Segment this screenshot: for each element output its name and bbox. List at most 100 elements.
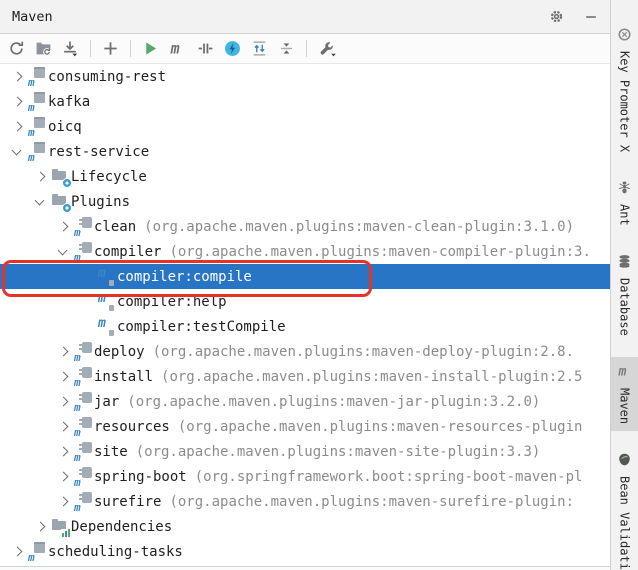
tree-item-detail: (org.apache.maven.plugins:maven-install-… (161, 368, 583, 385)
tree-item-detail: (org.springframework.boot:spring-boot-ma… (194, 468, 583, 485)
refresh-icon[interactable] (6, 38, 27, 59)
chevron-collapsed-icon[interactable] (54, 414, 74, 439)
lifecycle-folder-icon (51, 164, 71, 189)
gear-icon[interactable] (549, 9, 564, 24)
execute-goal-m-icon[interactable]: m (167, 38, 189, 59)
chevron-collapsed-icon[interactable] (31, 514, 51, 539)
maven-plugin-icon: m (74, 339, 94, 364)
tree-item-label: compiler:compile (117, 268, 252, 285)
chevron-collapsed-icon[interactable] (31, 164, 51, 189)
collapse-all-icon[interactable] (276, 38, 297, 59)
tree-row[interactable]: m install (org.apache.maven.plugins:maven-… (0, 364, 610, 389)
tool-tab-label: Database (617, 277, 632, 336)
tree-item-label: Lifecycle (71, 168, 147, 185)
maven-project-icon: m (28, 539, 48, 564)
tree-row[interactable]: m clean (org.apache.maven.plugins:maven-cl… (0, 214, 610, 239)
database-icon (617, 254, 632, 273)
chevron-collapsed-icon[interactable] (8, 89, 28, 114)
tree-item-label: consuming-rest (48, 68, 167, 85)
tree-row[interactable]: m scheduling-tasks (0, 539, 610, 564)
maven-tool-window: Maven m m consuming-rest m kafka m oicq m rest-… (0, 0, 638, 570)
chevron-collapsed-icon[interactable] (8, 114, 28, 139)
chevron-collapsed-icon[interactable] (54, 339, 74, 364)
maven-plugin-icon: m (74, 389, 94, 414)
chevron-expanded-icon[interactable] (31, 189, 51, 214)
tree-row[interactable]: m spring-boot (org.springframework.boot:sp… (0, 464, 610, 489)
tree-item-detail: (org.apache.maven.plugins:maven-site-plu… (135, 443, 541, 460)
tool-tab-bean-validation[interactable]: Bean Validation (611, 445, 638, 570)
tree-row[interactable]: m kafka (0, 89, 610, 114)
chevron-expanded-icon[interactable] (8, 139, 28, 164)
tool-tab-database[interactable]: Database (611, 247, 638, 343)
tree-row[interactable]: m compiler (org.apache.maven.plugins:maven… (0, 239, 610, 264)
tree-row[interactable]: m oicq (0, 114, 610, 139)
tree-row[interactable]: m compiler:help (0, 289, 610, 314)
tree-item-detail: (org.apache.maven.plugins:maven-surefire… (169, 493, 575, 510)
tree-item-label: Dependencies (71, 518, 173, 535)
tool-window-stripe: Key Promoter X Ant Database m Maven Bean Vali… (610, 0, 638, 570)
maven-plugin-icon: m (74, 439, 94, 464)
chevron-collapsed-icon[interactable] (54, 464, 74, 489)
tree-row[interactable]: m deploy (org.apache.maven.plugins:maven-d… (0, 339, 610, 364)
ant-icon (617, 180, 632, 199)
maven-project-icon: m (28, 64, 48, 89)
settings-wrench-icon[interactable] (316, 38, 339, 59)
run-icon[interactable] (140, 38, 161, 59)
tree-row[interactable]: m jar (org.apache.maven.plugins:maven-jar-… (0, 389, 610, 414)
tree-row[interactable]: Plugins (0, 189, 610, 214)
tree-item-label: Plugins (71, 193, 131, 210)
chevron-collapsed-icon[interactable] (54, 439, 74, 464)
maven-project-icon: m (28, 89, 48, 114)
maven-tree[interactable]: m consuming-rest m kafka m oicq m rest-service L… (0, 64, 610, 567)
tree-item-label: surefire (94, 493, 162, 510)
minimize-icon[interactable] (584, 10, 598, 24)
tree-row[interactable]: m rest-service (0, 139, 610, 164)
skip-tests-lightning-icon[interactable] (222, 38, 243, 59)
tool-tab-ant[interactable]: Ant (611, 173, 638, 233)
tree-item-label: install (94, 368, 154, 385)
maven-panel: Maven m m consuming-rest m kafka m oicq m rest-… (0, 0, 610, 570)
maven-plugin-icon: m (74, 364, 94, 389)
key-promoter-icon (617, 27, 632, 46)
tree-item-label: deploy (94, 343, 145, 360)
tree-row[interactable]: Lifecycle (0, 164, 610, 189)
tree-item-label: scheduling-tasks (48, 543, 183, 560)
chevron-collapsed-icon[interactable] (54, 364, 74, 389)
tree-row[interactable]: m site (org.apache.maven.plugins:maven-sit… (0, 439, 610, 464)
offline-mode-icon[interactable] (195, 38, 216, 59)
chevron-collapsed-icon[interactable] (54, 389, 74, 414)
chevron-collapsed-icon[interactable] (54, 214, 74, 239)
tree-row[interactable]: m compiler:testCompile (0, 314, 610, 339)
tree-row[interactable]: m surefire (org.apache.maven.plugins:maven… (0, 489, 610, 514)
tree-item-label: kafka (48, 93, 91, 110)
chevron-collapsed-icon[interactable] (54, 489, 74, 514)
tree-row[interactable]: m resources (org.apache.maven.plugins:mave… (0, 414, 610, 439)
tree-item-label: resources (94, 418, 170, 435)
add-maven-project-icon[interactable] (100, 38, 121, 59)
maven-plugin-icon: m (74, 214, 94, 239)
generate-sources-icon[interactable] (33, 38, 54, 59)
tool-tab-key-promoter-x[interactable]: Key Promoter X (611, 20, 638, 159)
expand-all-icon[interactable] (249, 38, 270, 59)
chevron-collapsed-icon[interactable] (8, 539, 28, 564)
tree-item-detail: (org.apache.maven.plugins:maven-clean-pl… (144, 218, 575, 235)
maven-goal-icon: m (97, 289, 117, 314)
tree-item-detail: (org.apache.maven.plugins:maven-compiler… (169, 243, 591, 260)
maven-project-icon: m (28, 114, 48, 139)
toolbar-separator (130, 40, 131, 57)
tree-row[interactable]: Dependencies (0, 514, 610, 539)
chevron-collapsed-icon[interactable] (8, 64, 28, 89)
tool-tab-label: Maven (617, 387, 632, 424)
tool-tab-maven[interactable]: m Maven (611, 356, 638, 431)
tree-row[interactable]: m compiler:compile (0, 264, 610, 289)
tree-item-label: compiler:help (117, 293, 227, 310)
chevron-expanded-icon[interactable] (54, 239, 74, 264)
plugins-folder-icon (51, 189, 71, 214)
maven-plugin-icon: m (74, 489, 94, 514)
tree-item-detail: (org.apache.maven.plugins:maven-jar-plug… (127, 393, 541, 410)
tree-row[interactable]: m consuming-rest (0, 64, 610, 89)
tool-window-title: Maven (12, 8, 53, 25)
download-sources-icon[interactable] (60, 38, 81, 59)
